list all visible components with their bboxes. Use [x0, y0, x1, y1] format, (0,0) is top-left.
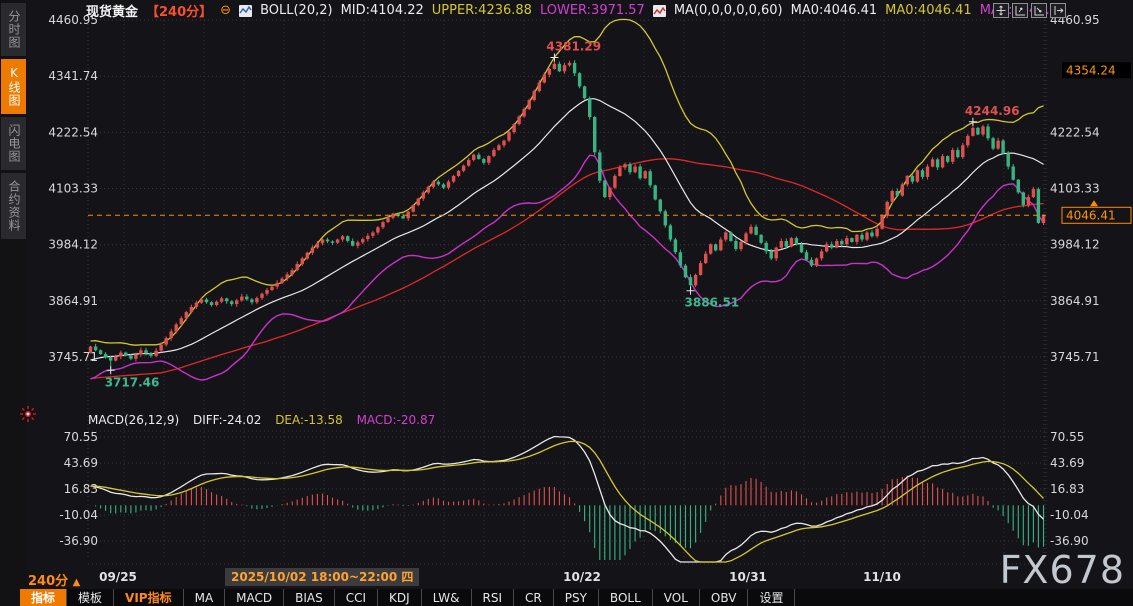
- tab-boll[interactable]: BOLL: [599, 589, 653, 606]
- period-selector-button[interactable]: 240分 ▲: [28, 570, 80, 589]
- pan-tool-icon[interactable]: [993, 3, 1009, 18]
- macd-axis-label-right: 16.83: [1050, 482, 1084, 496]
- y-axis-label-right: 3864.91: [1050, 294, 1100, 308]
- shift-right-icon[interactable]: [1050, 3, 1066, 18]
- macd-dea-value: DEA:-13.58: [275, 413, 343, 427]
- x-axis-date-label: 10/22: [563, 570, 601, 584]
- bottom-indicator-tabs: 指标模板VIP指标MAMACDBIASCCIKDJLW&RSICRPSYBOLL…: [20, 589, 1133, 606]
- tab-lw[interactable]: LW&: [422, 589, 472, 606]
- low-annotation: 3886.51: [685, 296, 740, 310]
- y-axis-label-left: 4222.54: [48, 125, 98, 139]
- macd-axis-label-right: -10.04: [1050, 508, 1089, 522]
- macd-axis-label-right: 43.69: [1050, 456, 1084, 470]
- extreme-cross-marker: [107, 366, 115, 374]
- y-axis-label-right: 4103.33: [1050, 182, 1100, 196]
- high-annotation: 4244.96: [965, 104, 1020, 118]
- macd-macd-value: MACD:-20.87: [357, 413, 436, 427]
- boll-label: BOLL(20,2): [260, 3, 333, 18]
- axis-zoom-out-icon[interactable]: [1031, 3, 1047, 18]
- y-axis-label-right: 3984.12: [1050, 238, 1100, 252]
- tab-obv[interactable]: OBV: [700, 589, 749, 606]
- overlay-lines-layer: [91, 19, 1044, 380]
- ma-label: MA(0,0,0,0,0,60): [674, 3, 783, 18]
- upper-price-mark: 4354.24: [1062, 62, 1131, 78]
- axis-zoom-in-icon[interactable]: [1012, 3, 1028, 18]
- sidebar-item-time-chart[interactable]: 分时图: [1, 3, 26, 56]
- high-annotation: 4381.29: [546, 40, 601, 54]
- crosshair-datetime-tooltip: 2025/10/02 18:00~22:00 四: [225, 568, 419, 586]
- y-axis-label-right: 4222.54: [1050, 125, 1100, 139]
- sidebar-item-flash-chart[interactable]: 闪电图: [1, 117, 26, 170]
- candles-layer[interactable]: [89, 58, 1045, 371]
- left-sidebar: 分时图 K线图闪电图合约资料: [0, 0, 27, 606]
- tab-cr[interactable]: CR: [514, 589, 554, 606]
- kline-chart-canvas[interactable]: 3717.464381.293886.514244.964460.954341.…: [0, 0, 1133, 606]
- sidebar-item-contract-info[interactable]: 合约资料: [1, 173, 26, 239]
- macd-legend: MACD(26,12,9) DIFF:-24.02 DEA:-13.58 MAC…: [88, 413, 445, 427]
- tab-vol[interactable]: VOL: [653, 589, 700, 606]
- tab-psy[interactable]: PSY: [554, 589, 599, 606]
- macd-params: MACD(26,12,9): [88, 413, 179, 427]
- sidebar-item-kline-chart[interactable]: K线图: [1, 59, 26, 114]
- boll-lower-value: LOWER:3971.57: [540, 3, 645, 18]
- macd-axis-label-right: -36.90: [1050, 534, 1089, 548]
- tab-kdj[interactable]: KDJ: [378, 589, 422, 606]
- low-annotation: 3717.46: [105, 375, 160, 389]
- macd-lines-layer: [91, 437, 1044, 563]
- x-axis-date-label: 10/31: [729, 570, 767, 584]
- y-axis-label-left: 4103.33: [48, 182, 98, 196]
- tab-macd[interactable]: MACD: [225, 589, 284, 606]
- ma0-value-1: MA0:4046.41: [791, 3, 878, 18]
- y-axis-label-left: 3745.71: [48, 350, 98, 364]
- boll-upper-value: UPPER:4236.88: [432, 3, 532, 18]
- y-axis-label-left: 3864.91: [48, 294, 98, 308]
- tab-cci[interactable]: CCI: [335, 589, 378, 606]
- tab-bias[interactable]: BIAS: [284, 589, 335, 606]
- period-label: 【240分】: [146, 1, 212, 20]
- x-axis-row: 240分 ▲ 2025/10/02 18:00~22:00 四 09/25 10/…: [0, 566, 1133, 590]
- macd-axis-label-right: 70.55: [1050, 430, 1084, 444]
- tab-rsi[interactable]: RSI: [472, 589, 515, 606]
- svg-text:4046.41: 4046.41: [1066, 208, 1116, 222]
- macd-axis-label-left: 70.55: [64, 430, 98, 444]
- y-axis-label-left: 3984.12: [48, 238, 98, 252]
- symbol-name: 现货黄金: [86, 1, 138, 20]
- macd-axis-label-left: 16.83: [64, 482, 98, 496]
- macd-histogram-layer: [91, 476, 1044, 561]
- x-axis-date-label: 11/10: [863, 570, 901, 584]
- boll-mid-value: MID:4104.22: [341, 3, 424, 18]
- price-axis-labels: 4460.954341.744222.544103.333984.123864.…: [48, 13, 1099, 548]
- zoom-out-icon[interactable]: ⊖: [220, 3, 231, 18]
- svg-text:4354.24: 4354.24: [1066, 63, 1116, 77]
- indicator-header: 现货黄金 【240分】 ⊖ BOLL(20,2) MID:4104.22 UPP…: [86, 0, 1066, 20]
- macd-diff-value: DIFF:-24.02: [193, 413, 261, 427]
- ma0-value-2: MA0:4046.41: [885, 3, 972, 18]
- macd-axis-label-left: -10.04: [59, 508, 98, 522]
- watermark: FX678: [1000, 548, 1125, 592]
- tab-vip-indicator[interactable]: VIP指标: [114, 589, 184, 606]
- boll-indicator-icon[interactable]: [239, 5, 252, 17]
- triangle-up-icon: ▲: [73, 577, 81, 588]
- tab-indicator[interactable]: 指标: [20, 589, 67, 606]
- ma-indicator-icon[interactable]: [653, 5, 666, 17]
- tab-settings[interactable]: 设置: [748, 589, 795, 606]
- chart-toolbar: [993, 3, 1066, 18]
- tab-template[interactable]: 模板: [67, 589, 114, 606]
- macd-axis-label-left: -36.90: [59, 534, 98, 548]
- macd-axis-label-left: 43.69: [64, 456, 98, 470]
- tab-ma[interactable]: MA: [184, 589, 226, 606]
- y-axis-label-left: 4341.74: [48, 69, 98, 83]
- y-axis-label-right: 3745.71: [1050, 350, 1100, 364]
- x-axis-date-label: 09/25: [99, 570, 137, 584]
- alert-icon[interactable]: [19, 405, 37, 427]
- last-price-tag: 4046.41: [1062, 200, 1131, 223]
